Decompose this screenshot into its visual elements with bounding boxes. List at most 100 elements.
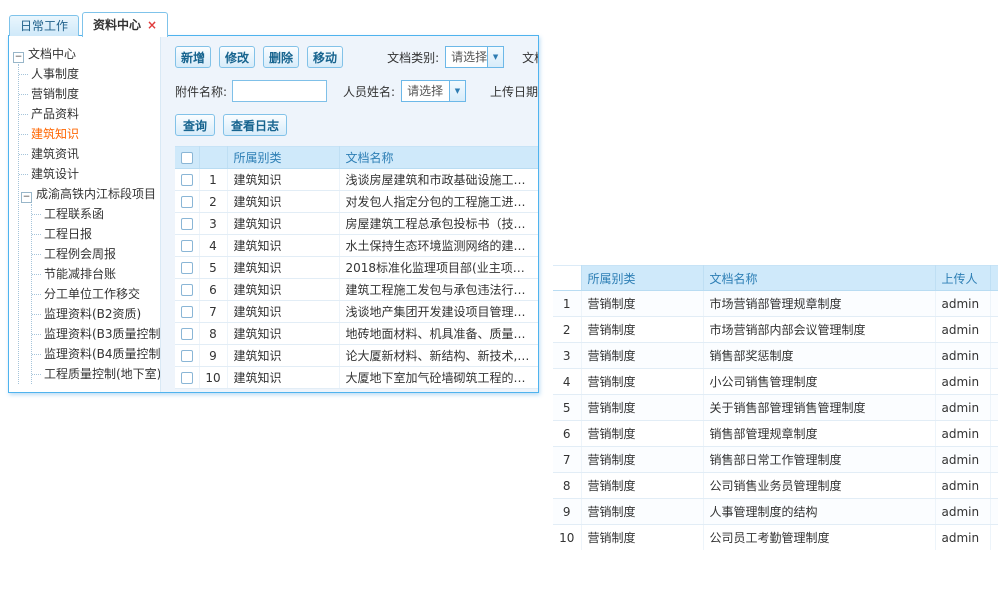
row-checkbox[interactable] xyxy=(181,328,193,340)
category-cell: 建筑知识 xyxy=(227,191,339,213)
tree-item[interactable]: 监理资料(B4质量控制) xyxy=(32,344,160,364)
tree-item[interactable]: 分工单位工作移交 xyxy=(32,284,160,304)
table-row[interactable]: 5 营销制度 关于销售部管理销售管理制度 admin xyxy=(553,395,998,421)
row-checkbox[interactable] xyxy=(181,218,193,230)
doc-name-cell: 2018标准化监理项目部(业主项目部)人员管理 xyxy=(339,257,538,279)
row-number: 10 xyxy=(553,525,581,551)
category-header: 所属别类 xyxy=(581,266,703,291)
person-select[interactable]: 请选择 ▼ xyxy=(401,80,466,102)
tree-item[interactable]: 工程日报 xyxy=(32,224,160,244)
row-checkbox[interactable] xyxy=(181,372,193,384)
row-number: 1 xyxy=(553,291,581,317)
table-row[interactable]: 9 建筑知识 论大厦新材料、新结构、新技术,新工艺 xyxy=(175,345,538,367)
tree-item[interactable]: 工程联系函 xyxy=(32,204,160,224)
doc-name-cell: 对发包人指定分包的工程施工进度安排管理 xyxy=(339,191,538,213)
row-checkbox[interactable] xyxy=(181,174,193,186)
tree-item[interactable]: 节能减排台账 xyxy=(32,264,160,284)
table-row[interactable]: 4 营销制度 小公司销售管理制度 admin xyxy=(553,369,998,395)
row-number: 3 xyxy=(199,213,227,235)
delete-button[interactable]: 删除 xyxy=(263,46,299,68)
table-row[interactable]: 6 建筑知识 建筑工程施工发包与承包违法行为认定管理 xyxy=(175,279,538,301)
tab-data-center[interactable]: 资料中心× xyxy=(82,12,168,37)
row-checkbox[interactable] xyxy=(181,196,193,208)
tree-item[interactable]: 工程例会周报 xyxy=(32,244,160,264)
tree-item[interactable]: 人事制度 xyxy=(19,64,160,84)
category-cell: 建筑知识 xyxy=(227,367,339,389)
tree-branch: 工程联系函 工程日报 工程例会周报 节能减排台账 分工单位工作移交 监理资料(B… xyxy=(31,204,160,384)
tree-item[interactable]: 建筑资讯 xyxy=(19,144,160,164)
row-checkbox[interactable] xyxy=(181,262,193,274)
table-row[interactable]: 5 建筑知识 2018标准化监理项目部(业主项目部)人员管理 xyxy=(175,257,538,279)
category-cell: 营销制度 xyxy=(581,473,703,499)
tree-item[interactable]: 建筑设计 xyxy=(19,164,160,184)
doc-name-cell: 地砖地面材料、机具准备、质量要求及管理 xyxy=(339,323,538,345)
category-cell: 营销制度 xyxy=(581,317,703,343)
table-row[interactable]: 9 营销制度 人事管理制度的结构 admin xyxy=(553,499,998,525)
table-row[interactable]: 3 建筑知识 房屋建筑工程总承包投标书（技术标）管理 xyxy=(175,213,538,235)
table-row[interactable]: 1 营销制度 市场营销部管理规章制度 admin xyxy=(553,291,998,317)
table-row[interactable]: 10 营销制度 公司员工考勤管理制度 admin xyxy=(553,525,998,551)
table-row[interactable]: 7 营销制度 销售部日常工作管理制度 admin xyxy=(553,447,998,473)
table-row[interactable]: 8 营销制度 公司销售业务员管理制度 admin xyxy=(553,473,998,499)
table-row[interactable]: 3 营销制度 销售部奖惩制度 admin xyxy=(553,343,998,369)
move-button[interactable]: 移动 xyxy=(307,46,343,68)
query-button[interactable]: 查询 xyxy=(175,114,215,136)
category-cell: 营销制度 xyxy=(581,395,703,421)
row-number: 6 xyxy=(199,279,227,301)
uploader-cell: admin xyxy=(935,525,990,551)
table-row[interactable]: 2 营销制度 市场营销部内部会议管理制度 admin xyxy=(553,317,998,343)
doc-name-cell: 市场营销部内部会议管理制度 xyxy=(703,317,935,343)
tree-item[interactable]: 产品资料 xyxy=(19,104,160,124)
row-checkbox[interactable] xyxy=(181,284,193,296)
tree-item-doc-center[interactable]: −文档中心 xyxy=(13,44,160,64)
category-cell: 建筑知识 xyxy=(227,301,339,323)
tab-bar: 日常工作 资料中心× xyxy=(8,10,539,36)
edit-button[interactable]: 修改 xyxy=(219,46,255,68)
doc-category-select[interactable]: 请选择 ▼ xyxy=(445,46,504,68)
uploader-cell: admin xyxy=(935,395,990,421)
table-row[interactable]: 2 建筑知识 对发包人指定分包的工程施工进度安排管理 xyxy=(175,191,538,213)
add-button[interactable]: 新增 xyxy=(175,46,211,68)
row-checkbox[interactable] xyxy=(181,350,193,362)
attachment-input[interactable] xyxy=(232,80,327,102)
person-select-value: 请选择 xyxy=(402,81,449,101)
table-row[interactable]: 10 建筑知识 大厦地下室加气砼墙砌筑工程的施工方案 xyxy=(175,367,538,389)
table-row[interactable]: 1 建筑知识 浅谈房屋建筑和市政基础设施工程施工管理 xyxy=(175,169,538,191)
category-cell: 建筑知识 xyxy=(227,345,339,367)
row-number: 5 xyxy=(553,395,581,421)
category-cell: 营销制度 xyxy=(581,525,703,551)
row-checkbox[interactable] xyxy=(181,240,193,252)
tree-item[interactable]: 工程质量控制(地下室) xyxy=(32,364,160,384)
tree-item-project[interactable]: −成渝高铁内江标段项目 xyxy=(19,184,160,204)
tab-daily-work[interactable]: 日常工作 xyxy=(9,15,79,36)
tree-item[interactable]: 营销制度 xyxy=(19,84,160,104)
collapse-icon[interactable]: − xyxy=(13,52,24,63)
table-row[interactable]: 4 建筑知识 水土保持生态环境监测网络的建设与资料 xyxy=(175,235,538,257)
collapse-icon[interactable]: − xyxy=(21,192,32,203)
row-checkbox[interactable] xyxy=(181,306,193,318)
doc-name-cell: 建筑工程施工发包与承包违法行为认定管理 xyxy=(339,279,538,301)
tree-item-selected[interactable]: 建筑知识 xyxy=(19,124,160,144)
view-log-button[interactable]: 查看日志 xyxy=(223,114,287,136)
marketing-docs-panel: 所属别类 文档名称 上传人 1 营销制度 市场营销部管理规章制度 admin 2 xyxy=(553,265,998,550)
category-cell: 营销制度 xyxy=(581,499,703,525)
document-table: 所属别类 文档名称 1 建筑知识 浅谈房屋建筑和市政基础设施工程施工管理 xyxy=(175,146,538,389)
doc-name-cell: 销售部管理规章制度 xyxy=(703,421,935,447)
extra-cell xyxy=(990,395,998,421)
doc-name-cell: 浅谈地产集团开发建设项目管理规划编制 xyxy=(339,301,538,323)
table-row[interactable]: 6 营销制度 销售部管理规章制度 admin xyxy=(553,421,998,447)
table-row[interactable]: 8 建筑知识 地砖地面材料、机具准备、质量要求及管理 xyxy=(175,323,538,345)
person-label: 人员姓名: xyxy=(343,83,395,100)
doc-name-cell: 小公司销售管理制度 xyxy=(703,369,935,395)
row-number: 7 xyxy=(553,447,581,473)
extra-cell xyxy=(990,291,998,317)
tree-item-label: 文档中心 xyxy=(28,47,76,61)
tree-item[interactable]: 监理资料(B3质量控制) xyxy=(32,324,160,344)
table-header-row: 所属别类 文档名称 xyxy=(175,147,538,169)
tab-close-icon[interactable]: × xyxy=(147,18,157,32)
doc-name-cell: 公司员工考勤管理制度 xyxy=(703,525,935,551)
tree-item[interactable]: 监理资料(B2资质) xyxy=(32,304,160,324)
table-row[interactable]: 7 建筑知识 浅谈地产集团开发建设项目管理规划编制 xyxy=(175,301,538,323)
extra-cell xyxy=(990,499,998,525)
select-all-checkbox[interactable] xyxy=(181,152,193,164)
